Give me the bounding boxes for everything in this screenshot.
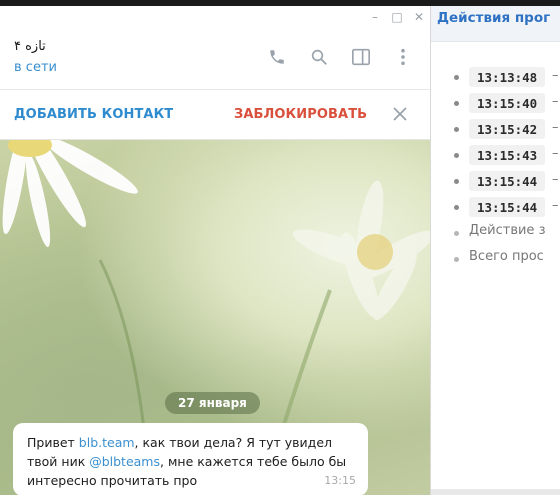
chat-status: в сети bbox=[14, 60, 57, 75]
action-time: 13:15:44 bbox=[469, 171, 546, 191]
message-bubble[interactable]: Привет blb.team, как твои дела? Я тут ув… bbox=[13, 423, 368, 495]
phone-icon[interactable] bbox=[266, 46, 288, 68]
search-icon[interactable] bbox=[308, 46, 330, 68]
action-time: 13:15:42 bbox=[469, 119, 546, 139]
action-dash: – bbox=[552, 172, 559, 187]
list-item: 13:15:42 – bbox=[431, 116, 560, 142]
message-link[interactable]: blb.team bbox=[79, 435, 135, 450]
list-item: 13:15:43 – bbox=[431, 142, 560, 168]
bullet bbox=[454, 205, 459, 210]
sidebar-icon[interactable] bbox=[350, 46, 372, 68]
header-actions bbox=[266, 46, 414, 68]
action-dash: – bbox=[552, 198, 559, 213]
list-item: 13:15:44 – bbox=[431, 194, 560, 220]
action-dash: – bbox=[552, 120, 559, 135]
bullet bbox=[454, 101, 459, 106]
add-contact-button[interactable]: ДОБАВИТЬ КОНТАКТ bbox=[14, 107, 173, 122]
bullet bbox=[454, 231, 459, 236]
list-item: 13:15:44 – bbox=[431, 168, 560, 194]
bullet bbox=[454, 75, 459, 80]
list-item: 13:15:40 – bbox=[431, 90, 560, 116]
bullet bbox=[454, 127, 459, 132]
panel-scrollbar[interactable] bbox=[431, 489, 560, 495]
message-text: Привет bbox=[27, 435, 79, 450]
date-badge: 27 января bbox=[165, 392, 260, 414]
actions-panel: Действия прог 13:13:48 – 13:15:40 – 13:1… bbox=[430, 6, 560, 495]
close-window-button[interactable]: ✕ bbox=[408, 6, 430, 28]
bullet bbox=[454, 153, 459, 158]
panel-title: Действия прог bbox=[437, 10, 551, 26]
window-controls: – □ ✕ bbox=[364, 6, 430, 28]
action-time: 13:13:48 bbox=[469, 67, 546, 87]
message-time: 13:15 bbox=[324, 474, 356, 487]
minimize-button[interactable]: – bbox=[364, 6, 386, 28]
chat-title[interactable]: تازه ۴ bbox=[14, 39, 46, 54]
action-dash: – bbox=[552, 94, 559, 109]
close-icon[interactable] bbox=[388, 102, 412, 126]
list-item: Всего прос bbox=[431, 246, 560, 272]
more-icon[interactable] bbox=[392, 46, 414, 68]
action-list: 13:13:48 – 13:15:40 – 13:15:42 – 13:15:4… bbox=[431, 64, 560, 272]
contact-action-bar: ДОБАВИТЬ КОНТАКТ ЗАБЛОКИРОВАТЬ bbox=[0, 90, 430, 140]
action-dash: – bbox=[552, 146, 559, 161]
block-button[interactable]: ЗАБЛОКИРОВАТЬ bbox=[234, 107, 367, 122]
action-dash: – bbox=[552, 68, 559, 83]
action-note: Действие з bbox=[469, 223, 546, 238]
message-mention[interactable]: @blbteams bbox=[89, 454, 160, 469]
action-note: Всего прос bbox=[469, 249, 544, 264]
action-time: 13:15:44 bbox=[469, 197, 546, 217]
chat-header: تازه ۴ в сети bbox=[0, 28, 430, 90]
maximize-button[interactable]: □ bbox=[386, 6, 408, 28]
telegram-window: – □ ✕ تازه ۴ в сети ДОБАВИТЬ КОНТАКТ ЗАБ… bbox=[0, 6, 430, 495]
chat-background: 27 января Привет blb.team, как твои дела… bbox=[0, 140, 430, 495]
list-item: Действие з bbox=[431, 220, 560, 246]
bullet bbox=[454, 257, 459, 262]
bullet bbox=[454, 179, 459, 184]
panel-header: Действия прог bbox=[431, 6, 560, 42]
action-time: 13:15:43 bbox=[469, 145, 546, 165]
action-time: 13:15:40 bbox=[469, 93, 546, 113]
list-item: 13:13:48 – bbox=[431, 64, 560, 90]
